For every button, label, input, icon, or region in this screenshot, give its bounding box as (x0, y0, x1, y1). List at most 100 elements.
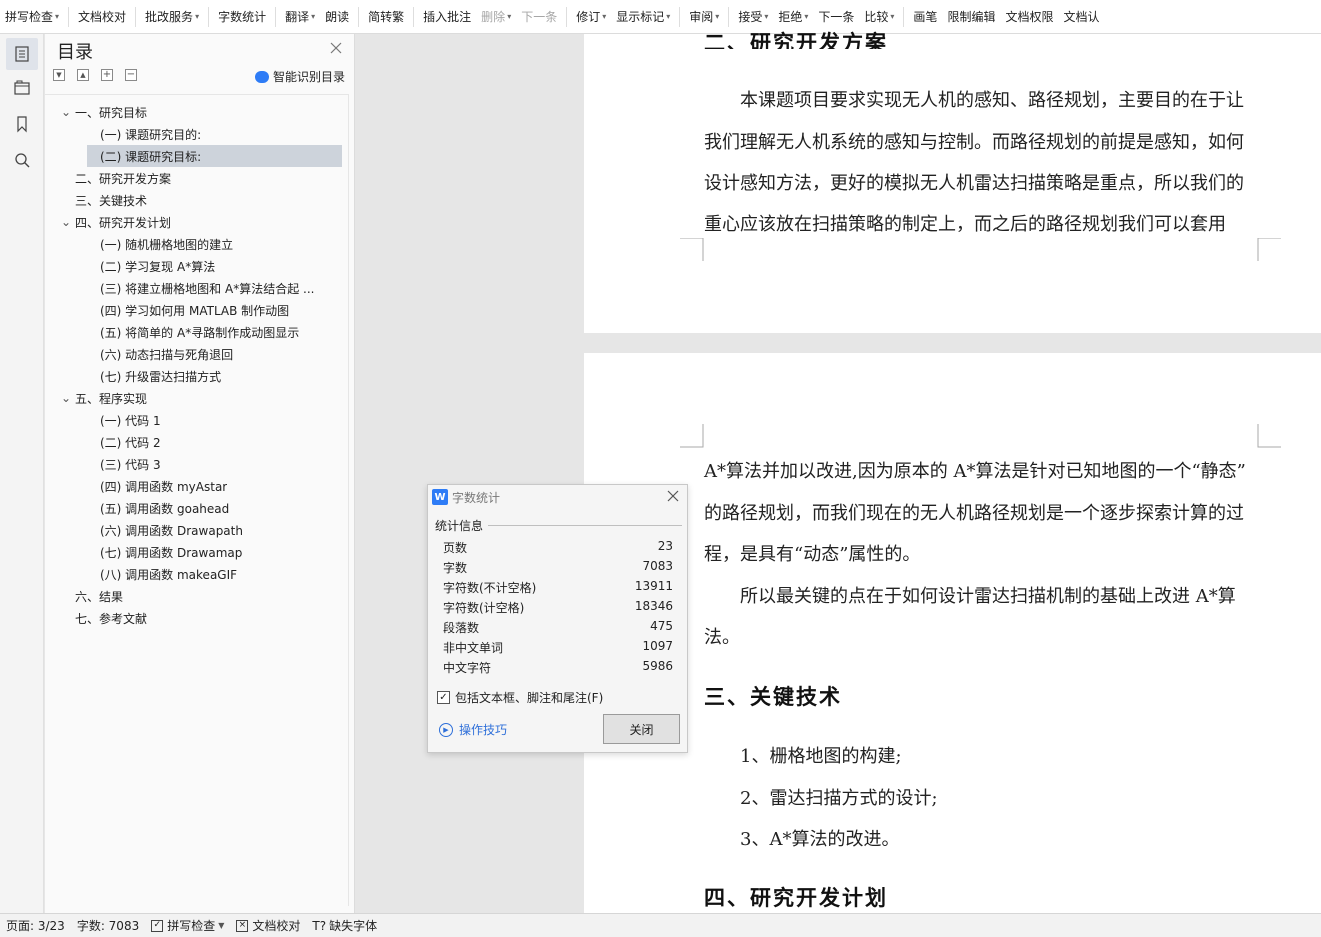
toolbar-button[interactable]: 文档校对 (73, 5, 131, 29)
toc-item[interactable]: (六) 动态扫描与死角退回 (45, 343, 335, 365)
missing-font-label: 缺失字体 (329, 919, 378, 933)
tips-link[interactable]: ▶ 操作技巧 (439, 721, 507, 738)
toc-item[interactable]: 三、关键技术 (45, 189, 335, 211)
toc-item[interactable]: 六、结果 (45, 585, 335, 607)
toc-item[interactable]: ⌄ 四、研究开发计划 (45, 211, 335, 233)
toolbar-button[interactable]: 比较 ▾ (859, 5, 899, 29)
toolbar-button[interactable]: 文档认 (1058, 5, 1104, 29)
toc-item[interactable]: (三) 将建立栅格地图和 A*算法结合起 ... (45, 277, 335, 299)
toolbar-button[interactable]: 下一条 (516, 5, 562, 29)
toc-item[interactable]: 二、研究开发方案 (45, 167, 335, 189)
bookmark-button[interactable] (6, 108, 38, 140)
toolbar-button[interactable]: 插入批注 (418, 5, 476, 29)
expand-toggle-icon[interactable]: ⌄ (59, 391, 73, 405)
toc-item-label: 三、关键技术 (75, 193, 148, 208)
toc-item[interactable]: (八) 调用函数 makeaGIF (45, 563, 335, 585)
toc-item[interactable]: (四) 调用函数 myAstar (45, 475, 335, 497)
stat-label: 字符数(计空格) (443, 601, 525, 615)
toc-item[interactable]: (二) 代码 2 (45, 431, 335, 453)
toolbar-button[interactable]: 限制编辑 (942, 5, 1000, 29)
spell-check-status[interactable]: ✓ 拼写检查 ▼ (145, 917, 230, 934)
page-indicator[interactable]: 页面: 3/23 (0, 917, 71, 934)
close-button[interactable]: 关闭 (603, 714, 680, 744)
toolbar-button[interactable]: 显示标记 ▾ (611, 5, 675, 29)
toolbar-separator (208, 6, 210, 27)
toolbar-button[interactable]: 字数统计 (213, 5, 271, 29)
dialog-titlebar[interactable]: W 字数统计 (428, 485, 687, 509)
doc-paragraph-line: 本课题项目要求实现无人机的感知、路径规划，主要目的在于让 (740, 90, 1244, 111)
stat-value: 5986 (642, 659, 673, 673)
stat-label: 字数 (443, 561, 468, 575)
toolbar-button[interactable]: 翻译 ▾ (280, 5, 320, 29)
toolbar-button[interactable]: 批改服务 ▾ (140, 5, 204, 29)
toolbar-button-label: 拼写检查 (5, 10, 54, 24)
toolbar-button-label: 文档认 (1063, 10, 1100, 24)
toolbar-separator (135, 6, 137, 27)
toc-item[interactable]: (七) 调用函数 Drawamap (45, 541, 335, 563)
toolbar-button[interactable]: 审阅 ▾ (684, 5, 724, 29)
toc-panel-button[interactable] (6, 38, 38, 70)
expand-toggle-icon[interactable]: ⌄ (59, 215, 73, 229)
stat-row: 非中文单词 1097 (443, 639, 673, 657)
toc-item[interactable]: (五) 调用函数 goahead (45, 497, 335, 519)
toc-item[interactable]: (二) 学习复现 A*算法 (45, 255, 335, 277)
toolbar-button[interactable]: 修订 ▾ (571, 5, 611, 29)
include-textbox-checkbox[interactable]: ✓ 包括文本框、脚注和尾注(F) (437, 689, 603, 706)
toc-item[interactable]: (四) 学习如何用 MATLAB 制作动图 (45, 299, 335, 321)
nav-pane-button[interactable] (6, 72, 38, 104)
caret-down-icon: ▾ (715, 12, 720, 21)
toolbar-button[interactable]: 删除 ▾ (476, 5, 516, 29)
status-bar: 页面: 3/23 字数: 7083 ✓ 拼写检查 ▼ × 文档校对 T? 缺失字… (0, 913, 1321, 937)
toc-title: 目录 (57, 42, 93, 63)
toolbar-button[interactable]: 文档权限 (1000, 5, 1058, 29)
toc-item[interactable]: (三) 代码 3 (45, 453, 335, 475)
word-count-indicator[interactable]: 字数: 7083 (71, 917, 145, 934)
toolbar-separator (413, 6, 415, 27)
caret-down-icon: ▾ (804, 12, 809, 21)
collapse-all-button[interactable]: ▼ (53, 69, 65, 81)
document-list-icon (15, 46, 29, 62)
toc-item-label: (二) 课题研究目标: (100, 149, 202, 164)
stat-row: 中文字符 5986 (443, 659, 673, 677)
toolbar-button[interactable]: 画笔 (908, 5, 942, 29)
expand-up-button[interactable]: ▲ (77, 69, 89, 81)
doc-paragraph-line: A*算法并加以改进,因为原本的 A*算法是针对已知地图的一个“静态” (704, 461, 1246, 482)
crop-mark (1257, 238, 1281, 261)
toc-item[interactable]: (一) 代码 1 (45, 409, 335, 431)
caret-down-icon: ▾ (764, 12, 769, 21)
section-divider (488, 525, 682, 526)
toolbar-button[interactable]: 接受 ▾ (733, 5, 773, 29)
toolbar-button[interactable]: 下一条 (813, 5, 859, 29)
toc-item[interactable]: (一) 课题研究目的: (45, 123, 335, 145)
missing-font-status[interactable]: T? 缺失字体 (306, 917, 383, 934)
toc-item[interactable]: ⌄ 一、研究目标 (45, 101, 335, 123)
toc-item[interactable]: (五) 将简单的 A*寻路制作成动图显示 (45, 321, 335, 343)
toc-item[interactable]: (一) 随机栅格地图的建立 (45, 233, 335, 255)
review-toolbar: 拼写检查 ▾ 文档校对 批改服务 ▾ 字数统计 翻译 ▾ 朗读 简转繁 插入批注 删除 ▾ 下一条 修订 ▾ 显… (0, 0, 1321, 34)
outline-icon (14, 80, 30, 95)
toolbar-button[interactable]: 简转繁 (363, 5, 409, 29)
expand-toggle-icon[interactable]: ⌄ (59, 105, 73, 119)
toolbar-button[interactable]: 朗读 (320, 5, 354, 29)
proofread-status[interactable]: × 文档校对 (230, 917, 306, 934)
search-button[interactable] (6, 144, 38, 176)
doc-paragraph-line: 设计感知方法，更好的模拟无人机雷达扫描策略是重点，所以我们的 (704, 173, 1244, 194)
font-warning-icon: T? (312, 918, 327, 933)
add-heading-button[interactable]: + (101, 69, 113, 81)
checkbox[interactable]: ✓ (437, 691, 450, 704)
toc-item[interactable]: (六) 调用函数 Drawapath (45, 519, 335, 541)
toc-item[interactable]: 七、参考文献 (45, 607, 335, 629)
toc-item-label: (五) 将简单的 A*寻路制作成动图显示 (100, 325, 300, 340)
toc-close-button[interactable] (328, 40, 344, 56)
stat-row: 页数 23 (443, 539, 673, 557)
remove-heading-button[interactable]: − (125, 69, 137, 81)
toolbar-button[interactable]: 拒绝 ▾ (773, 5, 813, 29)
checkmark-icon: ✓ (439, 691, 448, 703)
smart-toc-button[interactable]: 智能识别目录 (255, 68, 345, 85)
toc-item[interactable]: (二) 课题研究目标: (87, 145, 342, 167)
dialog-close-icon[interactable] (666, 489, 680, 503)
toc-item[interactable]: ⌄ 五、程序实现 (45, 387, 335, 409)
toolbar-button[interactable]: 拼写检查 ▾ (0, 5, 64, 29)
toc-item-label: (三) 将建立栅格地图和 A*算法结合起 ... (100, 281, 315, 296)
toc-item[interactable]: (七) 升级雷达扫描方式 (45, 365, 335, 387)
